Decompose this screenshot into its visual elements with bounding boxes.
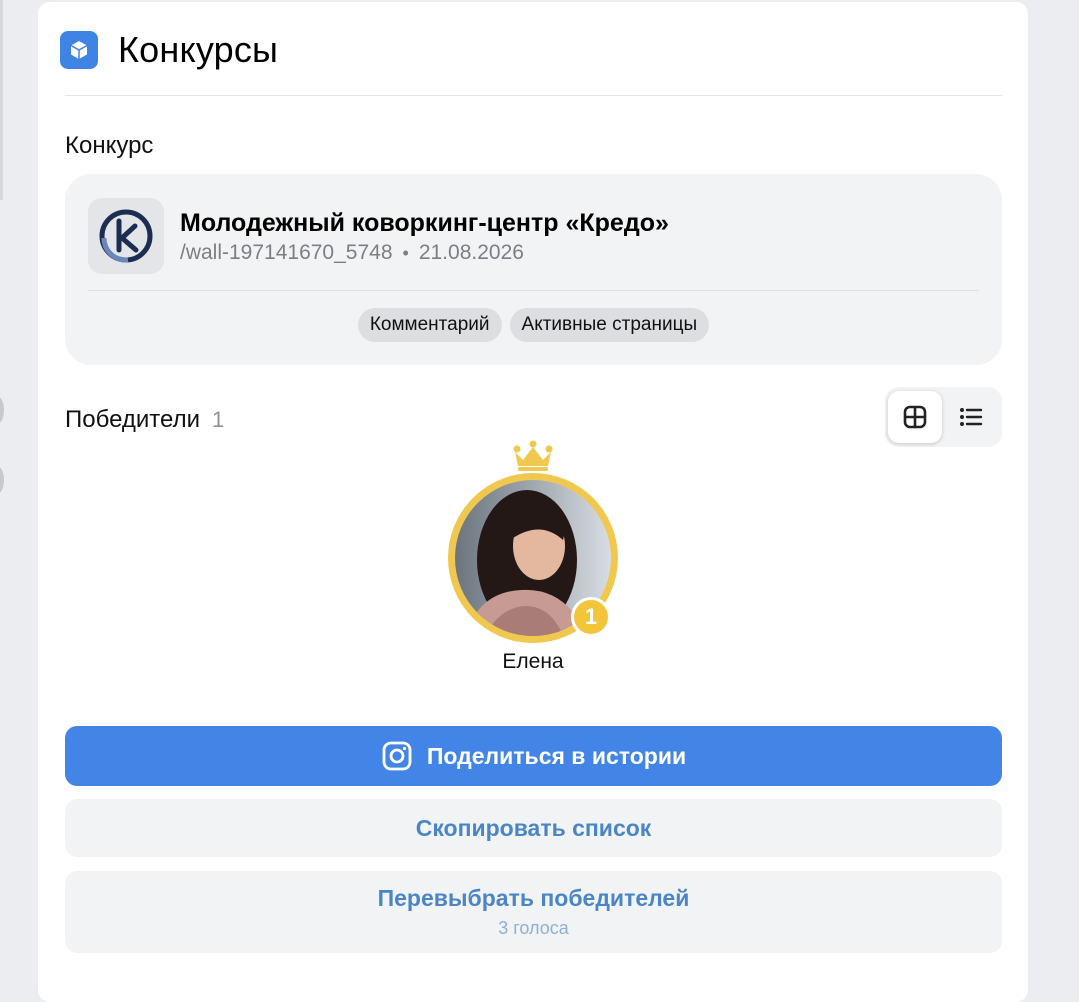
card-divider [88,290,979,291]
instagram-icon [381,740,413,772]
condition-chip-comment: Комментарий [357,308,502,342]
grid-view-button[interactable] [888,391,942,443]
crown-icon [513,440,553,471]
side-control[interactable] [0,396,4,424]
page-header: Конкурсы [60,28,278,72]
post-meta: /wall-197141670_5748 • 21.08.2026 [180,241,524,265]
group-name[interactable]: Молодежный коворкинг-центр «Кредо» [180,209,669,238]
copy-list-button[interactable]: Скопировать список [65,799,1002,857]
reroll-winners-button[interactable]: Перевыбрать победителей 3 голоса [65,871,1002,953]
post-id[interactable]: /wall-197141670_5748 [180,241,393,265]
winner-name[interactable]: Елена [428,650,638,674]
winner-card[interactable]: 1 Елена [428,440,638,680]
divider [65,95,1002,96]
grid-icon [903,405,927,429]
winners-title: Победители [65,406,200,433]
contest-section-title: Конкурс [65,132,154,159]
votes-count: 3 голоса [498,918,569,938]
group-logo [88,198,164,274]
post-date: 21.08.2026 [418,241,524,264]
share-label: Поделиться в истории [426,742,687,769]
side-control[interactable] [0,466,4,494]
view-toggle [885,387,1002,447]
list-icon [960,408,983,426]
contest-card[interactable]: Молодежный коворкинг-центр «Кредо» /wall… [65,174,1002,365]
place-badge: 1 [571,597,611,637]
meta-separator: • [402,242,409,263]
reroll-label: Перевыбрать победителей [377,885,690,911]
sidebar-edge [0,0,3,200]
cube-icon [60,31,98,69]
list-view-button[interactable] [944,391,998,443]
page-title: Конкурсы [118,29,279,70]
condition-chips: Комментарий Активные страницы [65,308,1002,342]
winners-heading: Победители 1 [65,406,224,434]
share-to-story-button[interactable]: Поделиться в истории [65,726,1002,786]
contests-panel: Конкурсы Конкурс Молодежный коворкинг-це… [38,2,1028,1002]
condition-chip-active-pages: Активные страницы [509,308,710,342]
winners-count: 1 [212,407,225,432]
